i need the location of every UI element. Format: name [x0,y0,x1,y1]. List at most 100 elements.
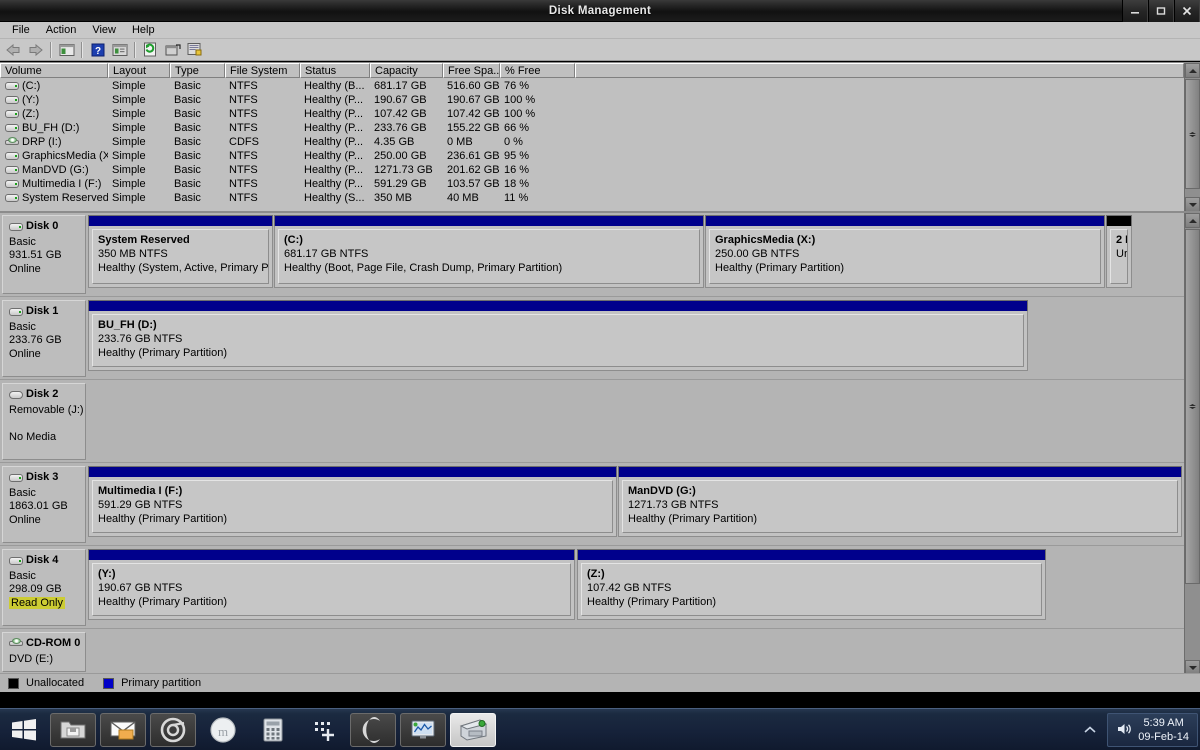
disk-state: Online [9,262,41,275]
column-header-blank[interactable] [575,63,1184,78]
volume-row[interactable]: ManDVD (G:) Simple Basic NTFS Healthy (P... 1… [0,163,1184,177]
disk-info-disk-1[interactable]: Disk 1 Basic 233.76 GB Online [2,300,86,377]
taskbar-media-app[interactable]: m [200,713,246,747]
disk-scroll-down-arrow[interactable] [1185,660,1200,673]
partition-unallocated-block[interactable]: 2 M Ur [1106,215,1132,288]
partition-y-drive[interactable]: (Y:) 190.67 GB NTFS Healthy (Primary Parti… [88,549,575,620]
show-hide-console-tree-button[interactable] [56,40,77,60]
column-header-type[interactable]: Type [170,63,225,78]
disk-state: Read Only [9,596,81,611]
column-header-free-spa[interactable]: Free Spa... [443,63,500,78]
column-header-layout[interactable]: Layout [108,63,170,78]
partition-system-reserved[interactable]: System Reserved 350 MB NTFS Healthy (Syste… [88,215,273,288]
chrome-icon [160,717,186,742]
partition-size: 233.76 GB NTFS [98,333,183,345]
maximize-button[interactable] [1148,0,1174,22]
volume-list-scrollbar[interactable] [1184,63,1200,212]
partition-size: 107.42 GB NTFS [587,582,672,594]
disk-info-disk-3[interactable]: Disk 3 Basic 1863.01 GB Online [2,466,86,543]
cell-capacity: 591.29 GB [374,178,427,190]
minimize-icon [1131,12,1139,14]
taskbar-chrome-browser[interactable] [150,712,196,747]
menu-help[interactable]: Help [124,22,163,38]
taskbar-opera-browser[interactable] [350,712,396,747]
disk-info-disk-4[interactable]: Disk 4 Basic 298.09 GB Read Only [2,549,86,626]
partition-c-drive[interactable]: (C:) 681.17 GB NTFS Healthy (Boot, Page Fi… [274,215,704,288]
disk-row-disk-3[interactable]: Disk 3 Basic 1863.01 GB Online Multimedia I … [0,464,1184,546]
volume-row[interactable]: (Y:) Simple Basic NTFS Healthy (P... 190.67 G… [0,93,1184,107]
disk-info-disk-2[interactable]: Disk 2 Removable (J:) No Media [2,383,86,460]
disk-row-disk-1[interactable]: Disk 1 Basic 233.76 GB Online BU_FH (D:) 233.… [0,298,1184,380]
back-button[interactable] [3,40,24,60]
taskbar-file-explorer[interactable] [50,712,96,747]
scrollbar-thumb[interactable] [1185,79,1200,189]
menu-action[interactable]: Action [38,22,85,38]
taskbar-disk-management[interactable] [450,712,496,747]
volume-row[interactable]: (Z:) Simple Basic NTFS Healthy (P... 107.42 G… [0,107,1184,121]
disk-info-disk-0[interactable]: Disk 0 Basic 931.51 GB Online [2,215,86,294]
disk-scroll-up-arrow[interactable] [1185,213,1200,228]
properties-window-button[interactable] [109,40,130,60]
volume-row[interactable]: BU_FH (D:) Simple Basic NTFS Healthy (P... 23… [0,121,1184,135]
start-button[interactable] [2,711,46,749]
partition-mandvd-g[interactable]: ManDVD (G:) 1271.73 GB NTFS Healthy (Prima… [618,466,1182,537]
column-header-capacity[interactable]: Capacity [370,63,443,78]
menu-file[interactable]: File [4,22,38,38]
rescan-disks-button[interactable] [140,40,161,60]
partition-multimedia-i-f[interactable]: Multimedia I (F:) 591.29 GB NTFS Healthy (… [88,466,617,537]
partition-details: BU_FH (D:) 233.76 GB NTFS Healthy (Primary… [92,314,1024,367]
taskbar-resource-monitor[interactable] [400,712,446,747]
taskbar-mail-client[interactable] [100,712,146,747]
disk-scrollbar-thumb[interactable] [1185,229,1200,584]
scroll-up-arrow[interactable] [1185,63,1200,78]
taskbar-snipping-tool[interactable] [300,713,346,747]
column-header-volume[interactable]: Volume [0,63,108,78]
scroll-down-arrow[interactable] [1185,197,1200,212]
disk-row-disk-0[interactable]: Disk 0 Basic 931.51 GB Online System Reserve… [0,213,1184,297]
volume-row[interactable]: GraphicsMedia (X:) Simple Basic NTFS Healthy… [0,149,1184,163]
taskbar-calculator[interactable] [250,713,296,747]
cell-capacity: 4.35 GB [374,136,415,148]
disk-row-disk-4[interactable]: Disk 4 Basic 298.09 GB Read Only (Y:) 190.67 … [0,547,1184,629]
cell-free-space: 236.61 GB [447,150,500,162]
close-button[interactable] [1174,0,1200,22]
cell-capacity: 350 MB [374,192,412,204]
partition-label: (Z:) [587,568,605,580]
back-icon [6,43,20,56]
properties-button[interactable] [162,40,183,60]
volume-row[interactable]: (C:) Simple Basic NTFS Healthy (B... 681.17 G… [0,79,1184,93]
partition-graphicsmedia-x[interactable]: GraphicsMedia (X:) 250.00 GB NTFS Healthy … [705,215,1105,288]
cell-volume: System Reserved [0,191,108,205]
cell-type: Basic [174,94,201,106]
show-hidden-icons-button[interactable] [1079,714,1101,746]
forward-button[interactable] [25,40,46,60]
cell-percent-free: 100 % [504,108,536,120]
clock[interactable]: 5:39 AM 09-Feb-14 [1138,716,1189,744]
volume-row[interactable]: DRP (I:) Simple Basic CDFS Healthy (P... 4.35… [0,135,1184,149]
rescan-disks-icon [144,42,156,57]
volume-row[interactable]: Multimedia I (F:) Simple Basic NTFS Healthy … [0,177,1184,191]
partition-z-drive[interactable]: (Z:) 107.42 GB NTFS Healthy (Primary Parti… [577,549,1046,620]
disk-size: 233.76 GB [9,334,62,346]
chevron-up-icon [1188,68,1197,73]
cell-volume: (Y:) [0,93,108,107]
column-header-status[interactable]: Status [300,63,370,78]
partition-bu-fh-d[interactable]: BU_FH (D:) 233.76 GB NTFS Healthy (Primary… [88,300,1028,371]
cell-type: Basic [174,108,201,120]
disk-row-cd-rom-0[interactable]: CD-ROM 0 DVD (E:) [0,630,1184,673]
column-header-free[interactable]: % Free [500,63,575,78]
clock-area[interactable]: 5:39 AM 09-Feb-14 [1107,713,1198,747]
menu-view[interactable]: View [84,22,124,38]
cell-layout: Simple [112,108,146,120]
minimize-button[interactable] [1122,0,1148,22]
volume-button[interactable] [1116,722,1132,739]
read-only-highlight: Read Only [9,596,65,609]
all-tasks-button[interactable] [184,40,205,60]
volume-row[interactable]: System Reserved Simple Basic NTFS Healthy (S… [0,191,1184,205]
disk-info-cd-rom-0[interactable]: CD-ROM 0 DVD (E:) [2,632,86,672]
disk-row-disk-2[interactable]: Disk 2 Removable (J:) No Media [0,381,1184,463]
disk-title: Disk 3 [9,471,81,485]
disk-view-scrollbar[interactable] [1184,213,1200,673]
help-button[interactable]: ? [87,40,108,60]
column-header-file-system[interactable]: File System [225,63,300,78]
